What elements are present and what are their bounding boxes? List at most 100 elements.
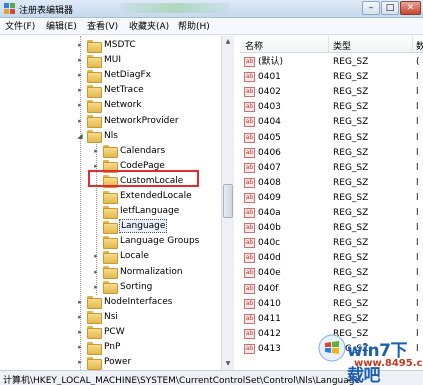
expand-toggle-icon[interactable]: ▸ — [76, 83, 84, 97]
menu-help[interactable]: 帮助(H) — [178, 21, 210, 33]
values-list[interactable]: 名称 类型 数 ab (默认) REG_SZ(ab 0401 REG_SZ l ab 0402… — [240, 36, 423, 370]
list-item[interactable]: ab 040c REG_SZ l — [240, 236, 423, 250]
column-type[interactable]: 类型 — [333, 39, 351, 52]
registry-tree[interactable]: ▸ MSDTC ▸ MUI ▸ NetDiagFx ▸ NetTrace ▸ Network ▸ Ne… — [0, 36, 234, 370]
list-item[interactable]: ab 040f REG_SZ l — [240, 282, 423, 296]
tree-node-label[interactable]: Normalization — [119, 266, 184, 278]
menu-favorites[interactable]: 收藏夹(A) — [129, 21, 169, 33]
folder-icon — [87, 296, 102, 310]
tree-node-network[interactable]: ▸ Network — [76, 98, 143, 113]
tree-node-nodeinterfaces[interactable]: ▸ NodeInterfaces — [76, 295, 173, 310]
list-item[interactable]: ab 0411 REG_SZ l — [240, 312, 423, 326]
expand-toggle-icon[interactable]: ▸ — [92, 249, 100, 263]
tree-node-label[interactable]: NetTrace — [103, 84, 145, 96]
list-item[interactable]: ab 0404 REG_SZ l — [240, 115, 423, 129]
maximize-button[interactable]: □ — [381, 1, 399, 15]
expand-toggle-icon[interactable]: ▸ — [92, 265, 100, 279]
menu-view[interactable]: 查看(V) — [87, 21, 118, 33]
list-item[interactable]: ab 0403 REG_SZ l — [240, 100, 423, 114]
menu-edit[interactable]: 编辑(E) — [46, 21, 77, 33]
scrollbar-thumb[interactable] — [223, 184, 233, 218]
expand-toggle-icon[interactable]: ▸ — [76, 355, 84, 369]
menu-file[interactable]: 文件(F) — [5, 21, 35, 33]
list-item[interactable]: ab 0402 REG_SZ l — [240, 85, 423, 99]
column-separator[interactable] — [328, 36, 329, 53]
tree-node-label[interactable]: Nsi — [103, 311, 119, 323]
tree-node-label[interactable]: PnP — [103, 341, 121, 353]
tree-node-label[interactable]: NodeInterfaces — [103, 296, 173, 308]
list-item[interactable]: ab 0407 REG_SZ l — [240, 161, 423, 175]
scroll-up-icon[interactable]: ▲ — [222, 36, 234, 48]
list-item[interactable]: ab 0408 REG_SZ l — [240, 176, 423, 190]
expand-toggle-icon[interactable]: ▸ — [76, 53, 84, 67]
tree-node-label[interactable]: Sorting — [119, 281, 153, 293]
tree-node-label[interactable]: Nls — [103, 130, 119, 142]
tree-node-normalization[interactable]: ▸ Normalization — [92, 265, 184, 279]
expand-toggle-icon[interactable]: ▸ — [92, 144, 100, 158]
tree-node-language-groups[interactable]: Language Groups — [92, 234, 200, 249]
value-type: REG_SZ — [333, 147, 369, 158]
list-item[interactable]: ab 0401 REG_SZ l — [240, 70, 423, 84]
tree-node-mui[interactable]: ▸ MUI — [76, 53, 122, 68]
tree-node-label[interactable]: PCW — [103, 326, 126, 338]
value-data: l — [416, 192, 419, 203]
tree-node-label[interactable]: NetDiagFx — [103, 69, 152, 81]
tree-node-netdiagfx[interactable]: ▸ NetDiagFx — [76, 68, 152, 83]
tree-node-language[interactable]: Language — [92, 219, 168, 234]
expand-toggle-icon[interactable]: ▸ — [76, 98, 84, 112]
list-item[interactable]: ab 040b REG_SZ l — [240, 221, 423, 235]
tree-node-ietflanguage[interactable]: IetfLanguage — [92, 204, 180, 219]
tree-node-extendedlocale[interactable]: ExtendedLocale — [92, 189, 193, 204]
list-item[interactable]: ab 0409 REG_SZ l — [240, 191, 423, 205]
expand-toggle-icon[interactable]: ▸ — [76, 68, 84, 82]
column-data[interactable]: 数 — [416, 39, 423, 52]
list-item[interactable]: ab 0406 REG_SZ l — [240, 146, 423, 160]
tree-node-label[interactable]: MUI — [103, 54, 122, 66]
list-item[interactable]: ab 0410 REG_SZ l — [240, 297, 423, 311]
expand-toggle-icon[interactable]: ▸ — [76, 340, 84, 354]
list-item[interactable]: ab 040d REG_SZ l — [240, 251, 423, 265]
scroll-down-icon[interactable]: ▼ — [222, 358, 234, 370]
column-name[interactable]: 名称 — [245, 39, 263, 52]
tree-node-sorting[interactable]: ▸ Sorting — [92, 280, 153, 295]
expand-toggle-icon[interactable]: ▸ — [76, 38, 84, 52]
expand-toggle-icon[interactable]: ▸ — [76, 325, 84, 339]
list-item[interactable]: ab 040a REG_SZ l — [240, 206, 423, 220]
string-value-icon: ab — [244, 253, 255, 264]
tree-node-locale[interactable]: ▸ Locale — [92, 249, 150, 264]
value-data: l — [416, 253, 419, 264]
list-item[interactable]: ab 040e REG_SZ l — [240, 266, 423, 280]
tree-node-msdtc[interactable]: ▸ MSDTC — [76, 38, 137, 53]
close-button[interactable]: ✕ — [400, 1, 421, 15]
tree-node-pnp[interactable]: ▸ PnP — [76, 340, 121, 355]
tree-node-label[interactable]: Power — [103, 356, 132, 368]
tree-node-power[interactable]: ▸ Power — [76, 355, 132, 370]
tree-node-nettrace[interactable]: ▸ NetTrace — [76, 83, 145, 98]
tree-node-nls[interactable]: ◢ Nls — [76, 129, 119, 144]
expand-toggle-icon[interactable]: ▸ — [92, 280, 100, 294]
list-item[interactable]: ab 0405 REG_SZ l — [240, 131, 423, 145]
expand-toggle-icon[interactable]: ▸ — [76, 114, 84, 128]
tree-node-label[interactable]: ExtendedLocale — [119, 190, 193, 202]
tree-node-networkprovider[interactable]: ▸ NetworkProvider — [76, 114, 180, 128]
minimize-button[interactable]: – — [362, 1, 380, 15]
list-item[interactable]: ab (默认) REG_SZ ( — [240, 55, 423, 69]
tree-node-nsi[interactable]: ▸ Nsi — [76, 310, 119, 325]
tree-node-label[interactable]: NetworkProvider — [103, 115, 180, 127]
column-separator[interactable] — [412, 36, 413, 53]
tree-node-label[interactable]: Locale — [119, 250, 150, 262]
tree-node-label[interactable]: Calendars — [119, 145, 166, 157]
value-name: 0404 — [258, 117, 281, 128]
value-data: l — [416, 238, 419, 249]
tree-node-label[interactable]: Language — [119, 219, 168, 234]
tree-scrollbar[interactable]: ▲ ▼ — [221, 36, 234, 370]
expand-toggle-icon[interactable]: ▸ — [76, 295, 84, 309]
tree-node-calendars[interactable]: ▸ Calendars — [92, 144, 166, 159]
tree-node-label[interactable]: Language Groups — [119, 235, 200, 247]
tree-node-label[interactable]: MSDTC — [103, 39, 137, 51]
tree-node-label[interactable]: Network — [103, 99, 143, 111]
expand-toggle-icon[interactable]: ▸ — [76, 310, 84, 324]
tree-node-label[interactable]: IetfLanguage — [119, 205, 180, 217]
expand-toggle-icon[interactable]: ◢ — [76, 129, 84, 143]
tree-node-pcw[interactable]: ▸ PCW — [76, 325, 126, 340]
